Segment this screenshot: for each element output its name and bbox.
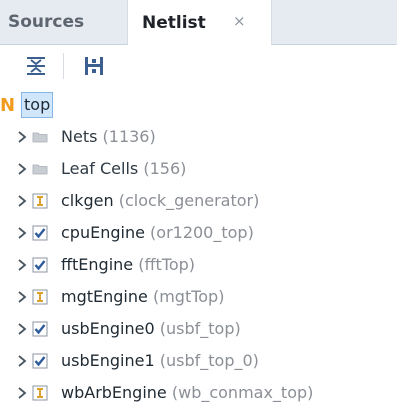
tab-netlist[interactable]: Netlist × [127,0,272,45]
chevron-right-icon[interactable] [16,223,28,243]
tab-bar: Sources Netlist × [0,0,397,45]
close-icon[interactable]: × [233,12,246,30]
chevron-right-icon[interactable] [16,191,28,211]
folder-icon [32,132,48,143]
group-name: Leaf Cells [61,159,139,178]
chevron-right-icon[interactable] [16,159,28,179]
group-count: (156) [143,159,187,178]
group-name: Nets [61,127,98,146]
tree-item-fftengine[interactable]: fftEngine (fftTop) [0,250,397,280]
tree-item-label: Nets (1136) [61,126,156,148]
chevron-right-icon[interactable] [16,287,28,307]
tab-netlist-label: Netlist [142,12,206,33]
tree-root-label[interactable]: top [21,92,54,118]
tree-item-label: usbEngine1 (usbf_top_0) [61,350,259,372]
tree-item-wbarbengine[interactable]: wbArbEngine (wb_conmax_top) [0,378,397,408]
collapse-all-button[interactable] [23,53,49,79]
chevron-right-icon[interactable] [16,383,28,403]
checked-cell-icon [32,257,48,273]
expand-all-button[interactable] [81,53,107,79]
checked-cell-icon [32,225,48,241]
tree-item-label: wbArbEngine (wb_conmax_top) [61,382,313,404]
collapse-all-icon [27,57,45,75]
chevron-right-icon[interactable] [16,351,28,371]
toolbar-separator [63,53,64,79]
toolbar [0,45,397,90]
tree-item-mgtengine[interactable]: mgtEngine (mgtTop) [0,282,397,312]
tree-item-cpuengine[interactable]: cpuEngine (or1200_top) [0,218,397,248]
chevron-right-icon[interactable] [16,319,28,339]
cell-module: (clock_generator) [118,191,260,210]
folder-icon [32,164,48,175]
tree-item-leaf-cells[interactable]: Leaf Cells (156) [0,154,397,184]
tree-root-row[interactable]: N top [0,90,397,120]
cell-name: mgtEngine [61,287,148,306]
group-count: (1136) [102,127,156,146]
blackbox-cell-icon [32,385,48,401]
expand-all-icon [85,57,103,75]
tree-item-label: mgtEngine (mgtTop) [61,286,224,308]
tree-item-usbengine0[interactable]: usbEngine0 (usbf_top) [0,314,397,344]
cell-name: clkgen [61,191,114,210]
cell-module: (usbf_top) [159,319,241,338]
tree-item-label: Leaf Cells (156) [61,158,186,180]
tree-item-label: usbEngine0 (usbf_top) [61,318,241,340]
cell-name: fftEngine [61,255,134,274]
cell-module: (usbf_top_0) [159,351,259,370]
netlist-root-icon: N [0,95,16,116]
tab-sources[interactable]: Sources [0,0,127,44]
cell-module: (mgtTop) [152,287,225,306]
tree-item-label: fftEngine (fftTop) [61,254,195,276]
tree-item-usbengine1[interactable]: usbEngine1 (usbf_top_0) [0,346,397,376]
cell-module: (or1200_top) [150,223,254,242]
tree-item-clkgen[interactable]: clkgen (clock_generator) [0,186,397,216]
tab-sources-label: Sources [8,12,85,32]
blackbox-cell-icon [32,193,48,209]
cell-module: (fftTop) [138,255,196,274]
tree-item-label: cpuEngine (or1200_top) [61,222,254,244]
checked-cell-icon [32,321,48,337]
chevron-right-icon[interactable] [16,255,28,275]
cell-module: (wb_conmax_top) [171,383,314,402]
cell-name: usbEngine1 [61,351,155,370]
tree-item-label: clkgen (clock_generator) [61,190,259,212]
checked-cell-icon [32,353,48,369]
blackbox-cell-icon [32,289,48,305]
cell-name: wbArbEngine [61,383,167,402]
tree-item-nets[interactable]: Nets (1136) [0,122,397,152]
cell-name: usbEngine0 [61,319,155,338]
cell-name: cpuEngine [61,223,145,242]
chevron-right-icon[interactable] [16,127,28,147]
